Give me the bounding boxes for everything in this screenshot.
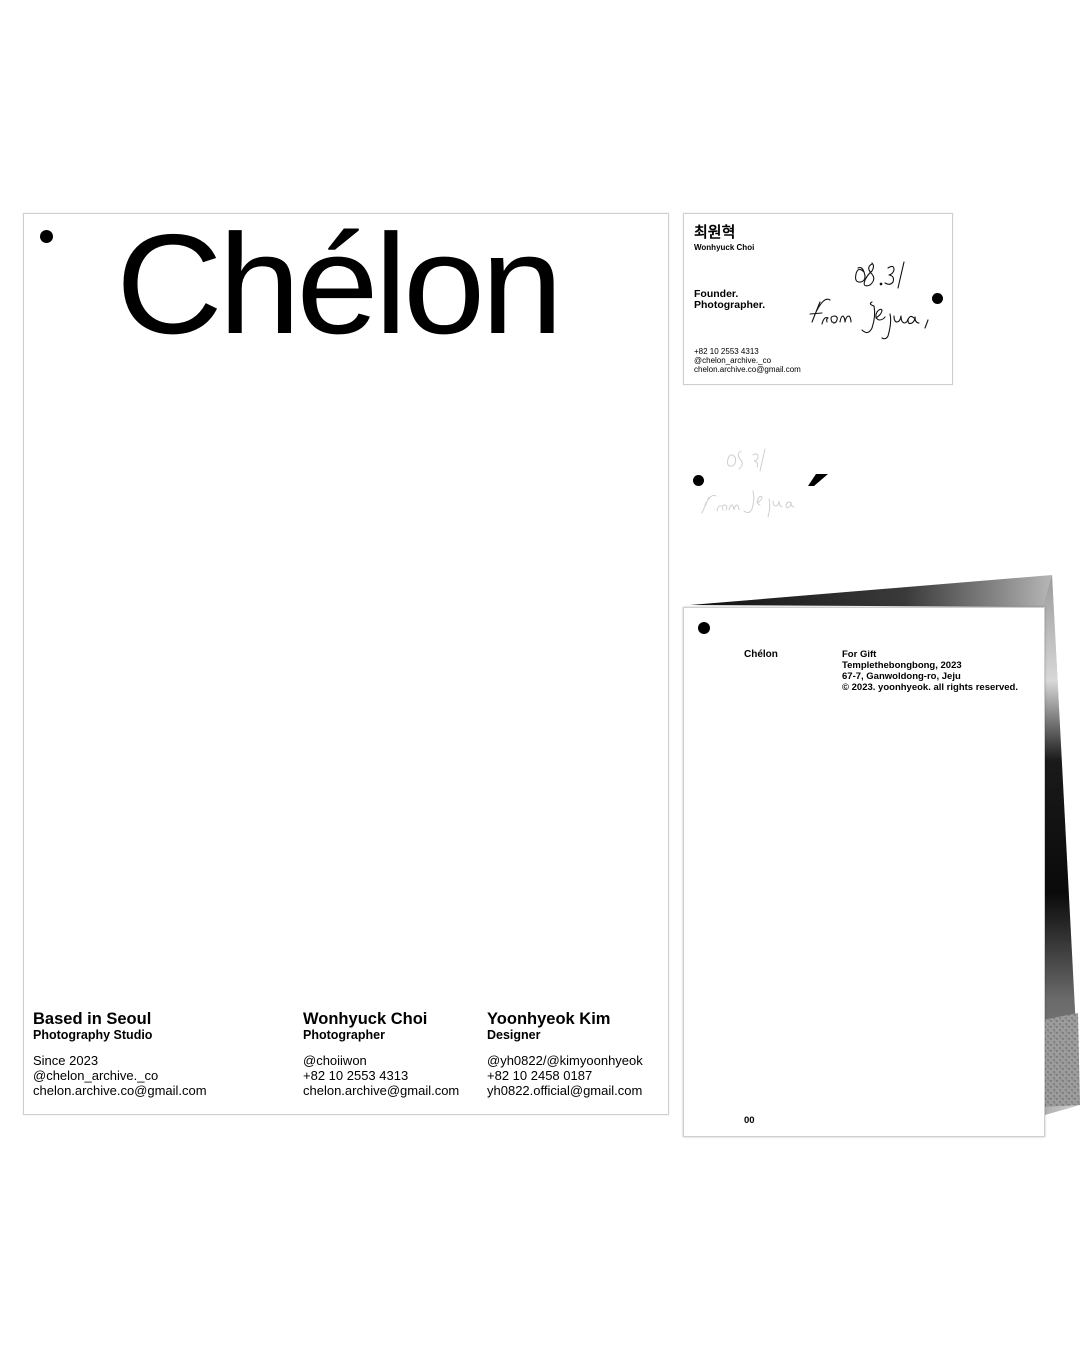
colophon-line: For Gift	[842, 649, 877, 660]
card-contact-line: chelon.archive.co@gmail.com	[694, 365, 801, 374]
signature-offset-mark	[701, 448, 795, 518]
card-name-english: Wonhyuck Choi	[694, 243, 755, 252]
letterhead-sheet: Chélon Based in Seoul Photography Studio…	[23, 213, 669, 1115]
booklet-colophon: For Gift Templethebongbong, 2023 67-7, G…	[842, 649, 1018, 693]
card-roles: Founder. Photographer.	[694, 289, 765, 311]
brand-wordmark: Chélon	[116, 205, 563, 364]
card-contact: +82 10 2553 4313 @chelon_archive._co che…	[694, 347, 801, 374]
accent-offset-mark	[808, 474, 828, 486]
stationery-mockup: Chélon Based in Seoul Photography Studio…	[0, 0, 1080, 1350]
column-line: chelon.archive.co@gmail.com	[33, 1083, 207, 1098]
card-contact-line: @chelon_archive._co	[694, 356, 772, 365]
page-number: 00	[744, 1115, 755, 1126]
booklet-brand: Chélon	[744, 649, 778, 660]
colophon-line: 67-7, Ganwoldong-ro, Jeju	[842, 671, 961, 682]
column-heading: Yoonhyeok Kim	[487, 1010, 611, 1028]
card-role: Photographer.	[694, 299, 766, 311]
column-subheading: Photographer	[303, 1028, 385, 1042]
column-line: yh0822.official@gmail.com	[487, 1083, 643, 1098]
column-line: @choiiwon	[303, 1053, 367, 1068]
column-line: @chelon_archive._co	[33, 1068, 159, 1083]
handwritten-signature	[809, 261, 929, 340]
column-line: Since 2023	[33, 1053, 99, 1068]
colophon-line: Templethebongbong, 2023	[842, 660, 962, 671]
column-subheading: Designer	[487, 1028, 541, 1042]
punch-dot	[698, 622, 710, 634]
punch-dot	[932, 293, 943, 304]
business-card: 최원혁 Wonhyuck Choi Founder. Photographer.…	[683, 213, 953, 385]
offset-dot	[693, 475, 704, 486]
card-name-korean: 최원혁	[694, 224, 736, 241]
column-line: +82 10 2458 0187	[487, 1068, 593, 1083]
studio-info-column: Based in Seoul Photography Studio Since …	[33, 1010, 207, 1098]
designer-info-column: Yoonhyeok Kim Designer @yh0822/@kimyoonh…	[487, 1010, 643, 1098]
column-heading: Based in Seoul	[33, 1010, 152, 1028]
card-contact-line: +82 10 2553 4313	[694, 347, 759, 356]
colophon-line: © 2023. yoonhyeok. all rights reserved.	[842, 682, 1018, 693]
column-line: chelon.archive@gmail.com	[303, 1083, 460, 1098]
photographer-info-column: Wonhyuck Choi Photographer @choiiwon +82…	[303, 1010, 459, 1098]
booklet-page: Chélon For Gift Templethebongbong, 2023 …	[683, 607, 1045, 1137]
column-subheading: Photography Studio	[33, 1028, 153, 1042]
punch-dot	[40, 230, 53, 243]
column-line: +82 10 2553 4313	[303, 1068, 409, 1083]
column-heading: Wonhyuck Choi	[303, 1010, 428, 1028]
column-line: @yh0822/@kimyoonhyeok	[487, 1053, 643, 1068]
